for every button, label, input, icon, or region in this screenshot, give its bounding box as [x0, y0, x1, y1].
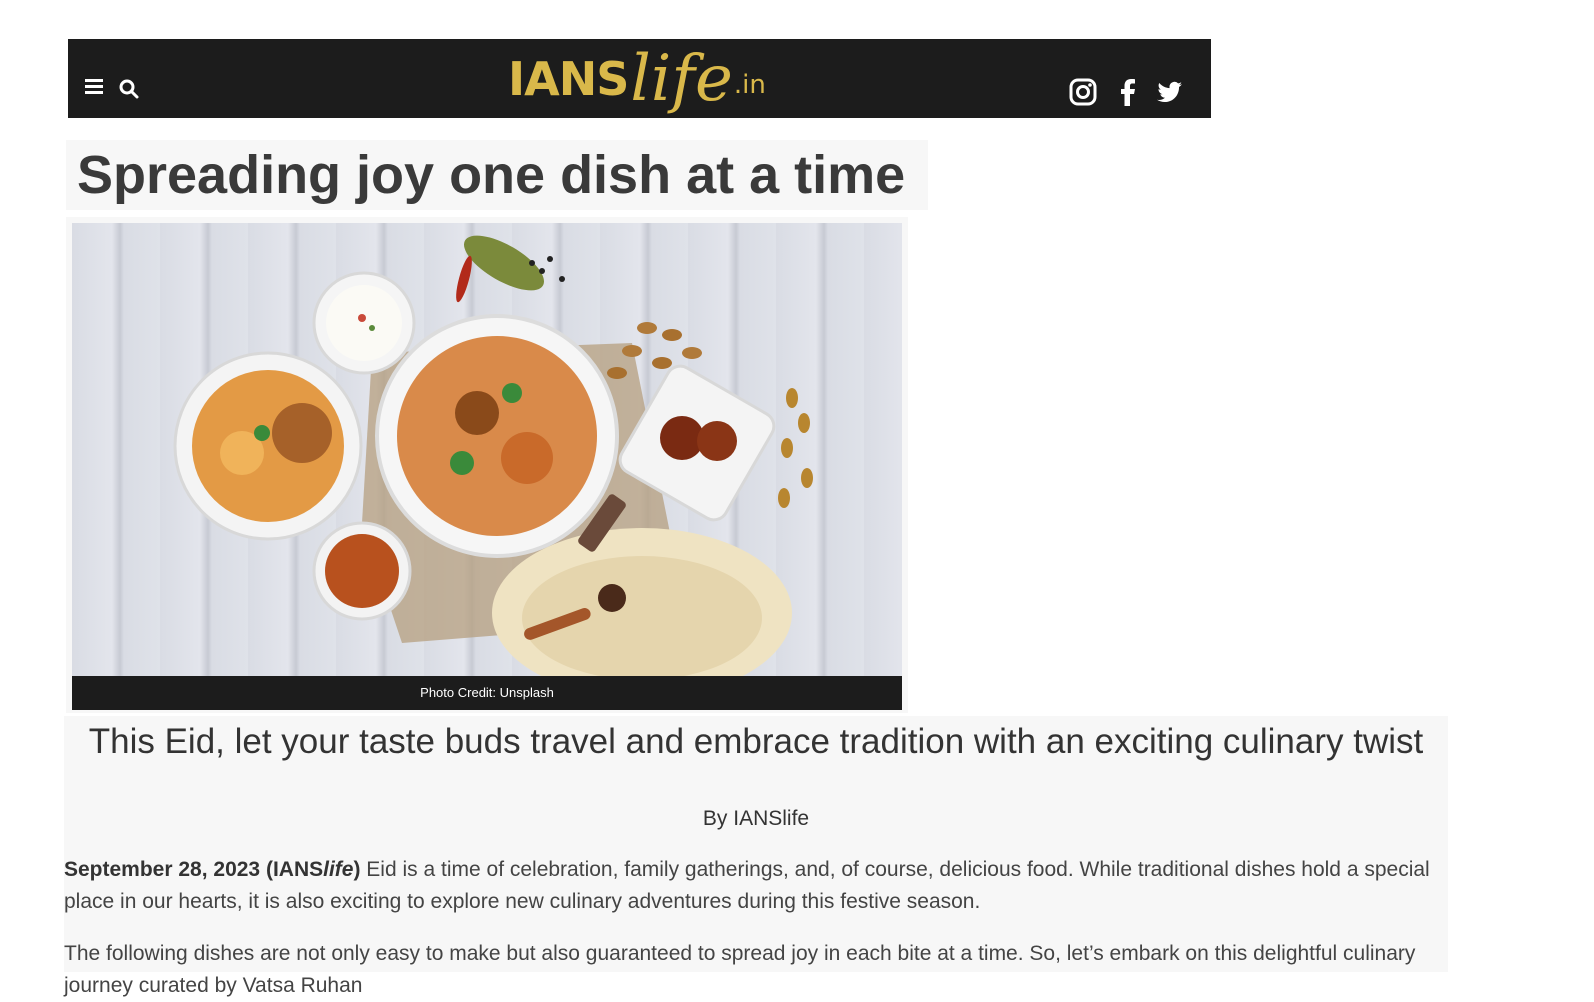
facebook-icon[interactable] [1113, 77, 1143, 107]
hero-food-image [72, 223, 902, 676]
instagram-icon[interactable] [1068, 77, 1098, 107]
article-byline: By IANSlife [702, 807, 810, 830]
menu-icon[interactable] [85, 79, 103, 95]
image-credit: Photo Credit: Unsplash [72, 676, 902, 710]
hero-image-frame: Photo Credit: Unsplash [66, 217, 908, 713]
twitter-icon[interactable] [1154, 77, 1184, 107]
paragraph-2: The following dishes are not only easy t… [64, 942, 1416, 997]
article-title-box: Spreading joy one dish at a time [66, 140, 928, 210]
logo-domain: .in [733, 70, 766, 100]
dateline-date: September 28, 2023 (IANS [64, 858, 324, 881]
dateline-brand: life [323, 858, 354, 881]
article-title: Spreading joy one dish at a time [77, 145, 906, 205]
site-header: IANS life .in [68, 39, 1211, 118]
article-subtitle: This Eid, let your taste buds travel and… [88, 722, 1424, 761]
search-icon[interactable] [118, 78, 140, 100]
article-body: This Eid, let your taste buds travel and… [64, 716, 1448, 997]
dateline: September 28, 2023 (IANSlife) [64, 858, 360, 881]
site-logo[interactable]: IANS life .in [508, 39, 766, 118]
paragraph-1: September 28, 2023 (IANSlife) Eid is a t… [64, 854, 1448, 918]
logo-ians: IANS [508, 51, 629, 106]
logo-life: life [630, 41, 733, 116]
